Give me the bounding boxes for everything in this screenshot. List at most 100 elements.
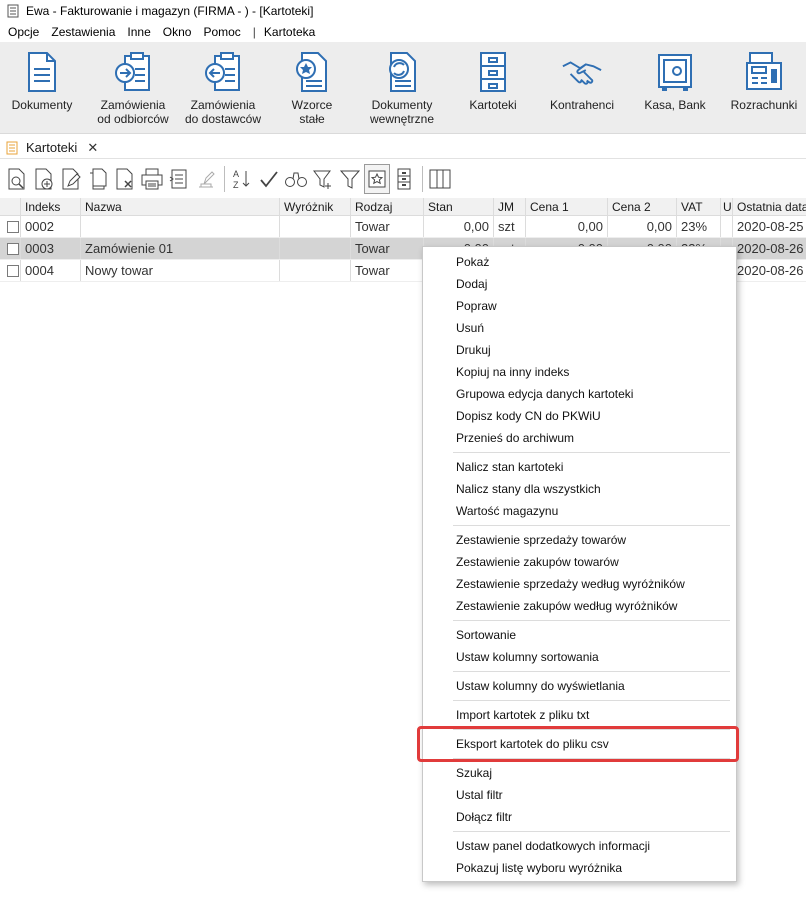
menu-item-szukaj[interactable]: Szukaj xyxy=(423,762,736,784)
menu-item-dolacz-filtr[interactable]: Dołącz filtr xyxy=(423,806,736,828)
cell-ostatnia-data: 2020-08-25 xyxy=(737,219,804,234)
ribbon-kontrahenci-button[interactable]: Kontrahenci xyxy=(544,42,620,134)
menu-item-wartosc-magazynu[interactable]: Wartość magazynu xyxy=(423,500,736,522)
copy-icon[interactable] xyxy=(85,164,111,194)
menu-pomoc[interactable]: Pomoc xyxy=(199,25,244,39)
edit-icon[interactable] xyxy=(58,164,84,194)
close-icon[interactable]: ✕ xyxy=(87,140,98,156)
toolbar-separator xyxy=(422,166,423,192)
stamp-icon[interactable] xyxy=(193,164,219,194)
menu-kartoteka[interactable]: Kartoteka xyxy=(260,25,319,39)
menu-item-zestawienie-zakupow-wyrozniki[interactable]: Zestawienie zakupów według wyróżników xyxy=(423,595,736,617)
cabinet-icon xyxy=(472,50,514,94)
columns-icon[interactable] xyxy=(427,164,453,194)
col-header-indeks[interactable]: Indeks xyxy=(21,198,81,215)
cell-vat: 23% xyxy=(677,216,721,237)
col-header-nazwa[interactable]: Nazwa xyxy=(81,198,280,215)
col-header-wyroznik[interactable]: Wyróżnik xyxy=(280,198,351,215)
menu-item-import-txt[interactable]: Import kartotek z pliku txt xyxy=(423,704,736,726)
menu-separator xyxy=(423,617,736,624)
menu-item-dodaj[interactable]: Dodaj xyxy=(423,273,736,295)
table-row[interactable]: 0002 Towar 0,00 szt 0,00 0,00 23% 2020-0… xyxy=(0,216,806,238)
menu-inne[interactable]: Inne xyxy=(123,25,154,39)
col-checkbox-header xyxy=(0,198,21,215)
menu-item-popraw[interactable]: Popraw xyxy=(423,295,736,317)
menu-separator xyxy=(423,697,736,704)
row-checkbox[interactable] xyxy=(7,265,19,277)
toolbar-separator xyxy=(224,166,225,192)
cell-cena2: 0,00 xyxy=(608,216,677,237)
ribbon-zamowienia-do-dostawcow-button[interactable]: Zamówienia do dostawców xyxy=(180,42,266,134)
row-checkbox[interactable] xyxy=(7,221,19,233)
ribbon-dokumenty-button[interactable]: Dokumenty xyxy=(4,42,80,134)
ribbon-kasa-bank-button[interactable]: Kasa, Bank xyxy=(638,42,712,134)
star-icon[interactable] xyxy=(364,164,390,194)
menu-item-nalicz-stan[interactable]: Nalicz stan kartoteki xyxy=(423,456,736,478)
menu-item-ustaw-kolumny-wyswietlania[interactable]: Ustaw kolumny do wyświetlania xyxy=(423,675,736,697)
cell-rodzaj: Towar xyxy=(351,216,424,237)
cell-ostatnia-data: 2020-08-26 xyxy=(737,241,804,256)
menu-item-ustaw-panel[interactable]: Ustaw panel dodatkowych informacji xyxy=(423,835,736,857)
menu-item-drukuj[interactable]: Drukuj xyxy=(423,339,736,361)
menu-item-dopisz-kody[interactable]: Dopisz kody CN do PKWiU xyxy=(423,405,736,427)
context-menu: Pokaż Dodaj Popraw Usuń Drukuj Kopiuj na… xyxy=(422,246,737,882)
list-icon[interactable] xyxy=(166,164,192,194)
col-header-vat[interactable]: VAT xyxy=(677,198,721,215)
menu-item-ustal-filtr[interactable]: Ustal filtr xyxy=(423,784,736,806)
document-icon xyxy=(21,50,63,94)
tab-kartoteki[interactable]: Kartoteki ✕ xyxy=(0,136,98,159)
template-icon xyxy=(291,50,333,94)
menu-separator xyxy=(423,828,736,835)
menu-item-nalicz-stany[interactable]: Nalicz stany dla wszystkich xyxy=(423,478,736,500)
col-header-cena1[interactable]: Cena 1 xyxy=(526,198,608,215)
order-in-icon xyxy=(112,50,154,94)
safe-icon xyxy=(654,50,696,94)
svg-text:A: A xyxy=(233,169,239,179)
ribbon-label: wewnętrzne xyxy=(369,112,435,126)
menu-separator: | xyxy=(252,25,256,39)
col-header-rodzaj[interactable]: Rodzaj xyxy=(351,198,424,215)
col-header-stan[interactable]: Stan xyxy=(424,198,494,215)
cell-wyroznik xyxy=(280,216,351,237)
menu-opcje[interactable]: Opcje xyxy=(4,25,43,39)
view-icon[interactable] xyxy=(4,164,30,194)
print-icon[interactable] xyxy=(139,164,165,194)
ribbon-rozrachunki-button[interactable]: Rozrachunki xyxy=(726,42,802,134)
ribbon-wzorce-stale-button[interactable]: Wzorce stałe xyxy=(276,42,348,134)
ribbon-label: Kartoteki xyxy=(469,98,517,112)
delete-icon[interactable] xyxy=(112,164,138,194)
col-header-cena2[interactable]: Cena 2 xyxy=(608,198,677,215)
menu-item-zestawienie-zakupow[interactable]: Zestawienie zakupów towarów xyxy=(423,551,736,573)
menu-item-zestawienie-sprzedazy[interactable]: Zestawienie sprzedaży towarów xyxy=(423,529,736,551)
ribbon-dokumenty-wewnetrzne-button[interactable]: Dokumenty wewnętrzne xyxy=(360,42,444,134)
sort-az-icon[interactable]: AZ xyxy=(229,164,255,194)
menu-item-usun[interactable]: Usuń xyxy=(423,317,736,339)
menu-item-pokazuj-liste[interactable]: Pokazuj listę wyboru wyróżnika xyxy=(423,857,736,879)
menu-item-ustaw-kolumny-sortowania[interactable]: Ustaw kolumny sortowania xyxy=(423,646,736,668)
col-header-ostatnia-data[interactable]: Ostatnia data xyxy=(733,198,806,215)
menu-item-grupowa-edycja[interactable]: Grupowa edycja danych kartoteki xyxy=(423,383,736,405)
toolbar: AZ xyxy=(0,160,806,198)
menu-zestawienia[interactable]: Zestawienia xyxy=(47,25,119,39)
cabinet-small-icon[interactable] xyxy=(391,164,417,194)
menu-okno[interactable]: Okno xyxy=(159,25,196,39)
ribbon-zamowienia-od-odbiorcow-button[interactable]: Zamówienia od odbiorców xyxy=(90,42,176,134)
row-checkbox[interactable] xyxy=(7,243,19,255)
menu-item-przenies-archiwum[interactable]: Przenieś do archiwum xyxy=(423,427,736,449)
menu-item-kopiuj[interactable]: Kopiuj na inny indeks xyxy=(423,361,736,383)
col-header-jm[interactable]: JM xyxy=(494,198,526,215)
cell-nazwa xyxy=(81,216,280,237)
menu-item-sortowanie[interactable]: Sortowanie xyxy=(423,624,736,646)
menu-item-pokaz[interactable]: Pokaż xyxy=(423,251,736,273)
filter-add-icon[interactable] xyxy=(310,164,336,194)
grid-header: Indeks Nazwa Wyróżnik Rodzaj Stan JM Cen… xyxy=(0,198,806,216)
filter-icon[interactable] xyxy=(337,164,363,194)
col-header-u[interactable]: U xyxy=(721,198,733,215)
binoculars-icon[interactable] xyxy=(283,164,309,194)
ribbon-kartoteki-button[interactable]: Kartoteki xyxy=(458,42,528,134)
check-icon[interactable] xyxy=(256,164,282,194)
add-icon[interactable] xyxy=(31,164,57,194)
menu-item-zestawienie-sprzedazy-wyrozniki[interactable]: Zestawienie sprzedaży według wyróżników xyxy=(423,573,736,595)
register-icon xyxy=(743,50,785,94)
row-checkbox-cell xyxy=(0,260,21,281)
